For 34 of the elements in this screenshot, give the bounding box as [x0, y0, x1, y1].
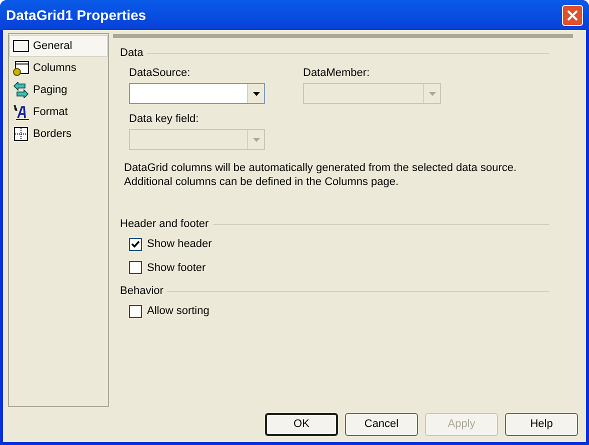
checkbox[interactable] [129, 304, 142, 318]
font-icon [13, 104, 29, 120]
section-title: Data [120, 46, 144, 60]
caret-icon [252, 92, 260, 96]
dialog-button[interactable]: Cancel [345, 413, 418, 436]
dialog-button[interactable]: Help [505, 413, 578, 436]
sidebar-item[interactable]: Format [9, 101, 108, 123]
check-icon [131, 240, 140, 249]
section-title: Header and footer [120, 217, 209, 231]
checkbox[interactable] [129, 261, 142, 274]
section-title: Behavior [120, 284, 164, 298]
field-label: DataMember: [303, 66, 371, 80]
checkbox-label: Show header [147, 237, 212, 252]
field-label: DataSource: [129, 66, 192, 80]
dropdown-field[interactable] [129, 83, 265, 104]
checkbox[interactable] [129, 238, 142, 251]
sidebar-item[interactable]: General [9, 35, 108, 57]
caret-icon [252, 138, 260, 142]
dialog-button[interactable]: OK [265, 413, 338, 436]
window-icon [13, 38, 29, 54]
borders-icon [13, 126, 29, 142]
close-icon [567, 10, 578, 20]
sidebar-item[interactable]: Columns [9, 57, 108, 79]
checkbox-label: Show footer [147, 260, 206, 276]
sidebar-item[interactable]: Paging [9, 79, 108, 101]
sidebar-item[interactable]: Borders [9, 123, 108, 145]
arrows-icon [13, 82, 29, 98]
checkbox-label: Allow sorting [147, 304, 210, 319]
window-title: DataGrid1 Properties [6, 6, 148, 25]
info-text: DataGrid columns will be automatically generated from the selected data source. Additional columns can be defined in the Columns page. [124, 161, 518, 189]
field-label: Data key field: [129, 112, 200, 126]
close-button[interactable] [562, 4, 583, 26]
caret-icon [428, 92, 436, 96]
columns-icon [13, 60, 29, 76]
